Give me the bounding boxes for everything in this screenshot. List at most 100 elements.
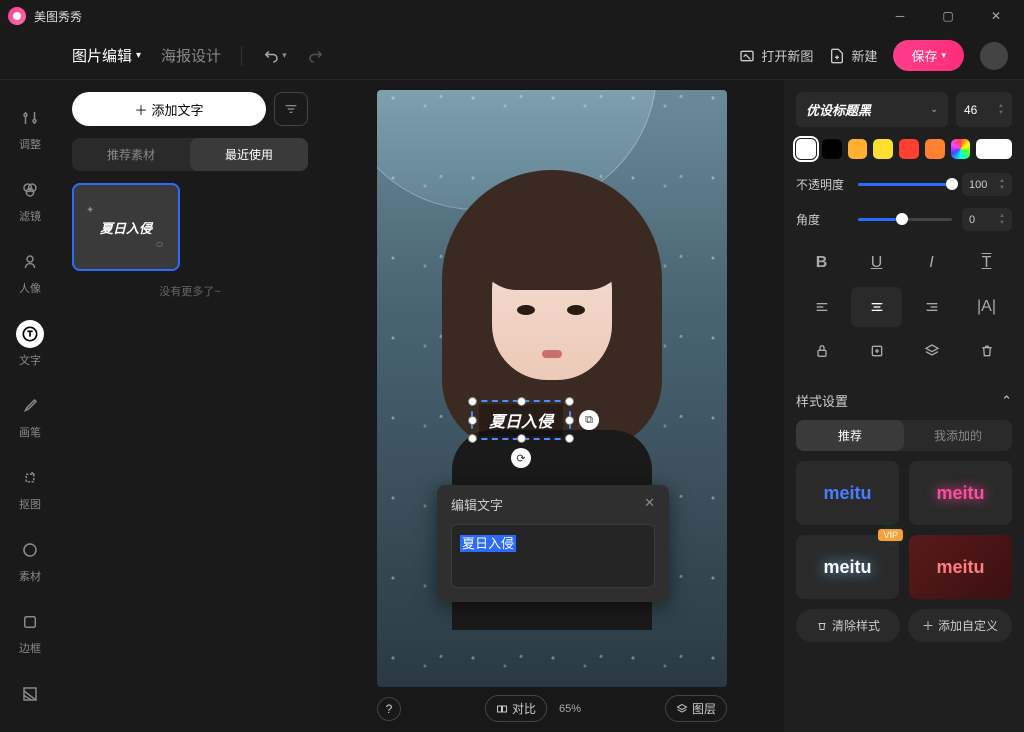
duplicate-button[interactable] xyxy=(851,331,902,371)
app-title: 美图秀秀 xyxy=(34,8,82,25)
tab-recommend-material[interactable]: 推荐素材 xyxy=(72,138,190,171)
resize-handle[interactable] xyxy=(468,416,477,425)
italic-button[interactable]: I xyxy=(906,243,957,283)
resize-handle[interactable] xyxy=(517,434,526,443)
opacity-slider[interactable] xyxy=(858,183,952,186)
frame-icon xyxy=(16,608,44,636)
letter-spacing-button[interactable]: |A| xyxy=(961,287,1012,327)
sidebar-item-filter[interactable]: 滤镜 xyxy=(0,164,60,236)
strikethrough-button[interactable]: T xyxy=(961,243,1012,283)
material-icon xyxy=(16,536,44,564)
resize-handle[interactable] xyxy=(565,434,574,443)
sidebar-item-cutout[interactable]: 抠图 xyxy=(0,452,60,524)
text-input[interactable]: 夏日入侵 xyxy=(451,524,655,588)
angle-value[interactable]: 0▲▼ xyxy=(962,208,1012,231)
user-avatar[interactable] xyxy=(980,42,1008,70)
layer-button[interactable] xyxy=(906,331,957,371)
tab-poster-design[interactable]: 海报设计 xyxy=(161,45,221,66)
tab-recent-material[interactable]: 最近使用 xyxy=(190,138,308,171)
add-custom-button[interactable]: ＋添加自定义 xyxy=(908,609,1012,642)
overlay-text-content: 夏日入侵 xyxy=(479,404,563,436)
zoom-level[interactable]: 65% xyxy=(559,703,581,715)
undo-button[interactable]: ▾ xyxy=(262,47,287,65)
clear-style-button[interactable]: 清除样式 xyxy=(796,609,900,642)
cutout-icon xyxy=(16,464,44,492)
style-preset[interactable]: meituVIP xyxy=(796,535,899,599)
popup-title: 编辑文字 xyxy=(451,495,503,514)
align-left-button[interactable] xyxy=(796,287,847,327)
sidebar-item-brush[interactable]: 画笔 xyxy=(0,380,60,452)
chevron-down-icon: ▾ xyxy=(136,50,141,61)
sidebar-item-background[interactable] xyxy=(0,668,60,720)
color-swatch-yellow[interactable] xyxy=(873,139,893,159)
window-maximize-button[interactable]: ▢ xyxy=(936,4,960,28)
bold-button[interactable]: B xyxy=(796,243,847,283)
resize-handle[interactable] xyxy=(468,397,477,406)
link-icon[interactable]: ⧉ xyxy=(579,410,599,430)
color-swatch-white[interactable] xyxy=(796,139,816,159)
sidebar-item-material[interactable]: 素材 xyxy=(0,524,60,596)
align-center-button[interactable] xyxy=(851,287,902,327)
angle-slider[interactable] xyxy=(858,218,952,221)
help-button[interactable]: ? xyxy=(377,697,401,721)
text-overlay[interactable]: 夏日入侵 ⧉ ⟳ xyxy=(471,400,571,440)
angle-label: 角度 xyxy=(796,211,848,228)
background-icon xyxy=(16,680,44,708)
resize-handle[interactable] xyxy=(517,397,526,406)
layers-button[interactable]: 图层 xyxy=(665,695,727,722)
font-select[interactable]: 优设标题黑⌄ xyxy=(796,92,948,127)
add-text-button[interactable]: ＋添加文字 xyxy=(72,92,266,126)
underline-button[interactable]: U xyxy=(851,243,902,283)
style-tab-mine[interactable]: 我添加的 xyxy=(904,420,1012,451)
style-section-header[interactable]: 样式设置 ⌃ xyxy=(796,381,1012,420)
popup-close-button[interactable]: ✕ xyxy=(644,495,655,514)
chevron-down-icon: ⌄ xyxy=(930,104,938,115)
opacity-label: 不透明度 xyxy=(796,176,848,193)
text-icon xyxy=(16,320,44,348)
sidebar-item-frame[interactable]: 边框 xyxy=(0,596,60,668)
window-minimize-button[interactable]: ─ xyxy=(888,4,912,28)
redo-button[interactable] xyxy=(307,47,325,65)
color-swatch-orange[interactable] xyxy=(848,139,868,159)
rotate-icon[interactable]: ⟳ xyxy=(511,448,531,468)
style-preset[interactable]: meitu xyxy=(909,461,1012,525)
new-button[interactable]: 新建 xyxy=(829,46,877,65)
divider xyxy=(241,46,242,66)
chevron-up-icon: ⌃ xyxy=(1001,393,1012,409)
opacity-value[interactable]: 100▲▼ xyxy=(962,173,1012,196)
sidebar-item-portrait[interactable]: 人像 xyxy=(0,236,60,308)
sidebar-item-text[interactable]: 文字 xyxy=(0,308,60,380)
edit-text-popup: 编辑文字 ✕ 夏日入侵 xyxy=(437,485,669,602)
portrait-icon xyxy=(16,248,44,276)
sidebar-item-adjust[interactable]: 调整 xyxy=(0,92,60,164)
open-image-button[interactable]: 打开新图 xyxy=(739,46,813,65)
font-size-input[interactable]: 46▲▼ xyxy=(956,92,1012,127)
text-template[interactable]: ✦ ⬭ 夏日入侵 xyxy=(72,183,180,271)
resize-handle[interactable] xyxy=(565,397,574,406)
compare-button[interactable]: 对比 xyxy=(485,695,547,722)
window-close-button[interactable]: ✕ xyxy=(984,4,1008,28)
delete-button[interactable] xyxy=(961,331,1012,371)
canvas[interactable]: 夏日入侵 ⧉ ⟳ 编辑文字 ✕ 夏日入侵 xyxy=(377,90,727,687)
color-swatch-darkorange[interactable] xyxy=(925,139,945,159)
color-swatch-current[interactable] xyxy=(976,139,1012,159)
style-preset[interactable]: meitu xyxy=(909,535,1012,599)
resize-handle[interactable] xyxy=(468,434,477,443)
chevron-down-icon: ▾ xyxy=(941,50,946,61)
lock-button[interactable] xyxy=(796,331,847,371)
resize-handle[interactable] xyxy=(565,416,574,425)
color-picker-button[interactable] xyxy=(951,139,971,159)
filter-button[interactable] xyxy=(274,92,308,126)
style-preset[interactable]: meitu xyxy=(796,461,899,525)
save-button[interactable]: 保存▾ xyxy=(893,40,964,71)
template-text-label: 夏日入侵 xyxy=(100,218,152,237)
color-swatch-red[interactable] xyxy=(899,139,919,159)
filter-icon xyxy=(16,176,44,204)
color-swatch-black[interactable] xyxy=(822,139,842,159)
app-logo-icon xyxy=(8,7,26,25)
style-tab-recommend[interactable]: 推荐 xyxy=(796,420,904,451)
brush-icon xyxy=(16,392,44,420)
tab-image-edit[interactable]: 图片编辑▾ xyxy=(72,45,141,66)
vip-badge: VIP xyxy=(878,529,903,541)
align-right-button[interactable] xyxy=(906,287,957,327)
